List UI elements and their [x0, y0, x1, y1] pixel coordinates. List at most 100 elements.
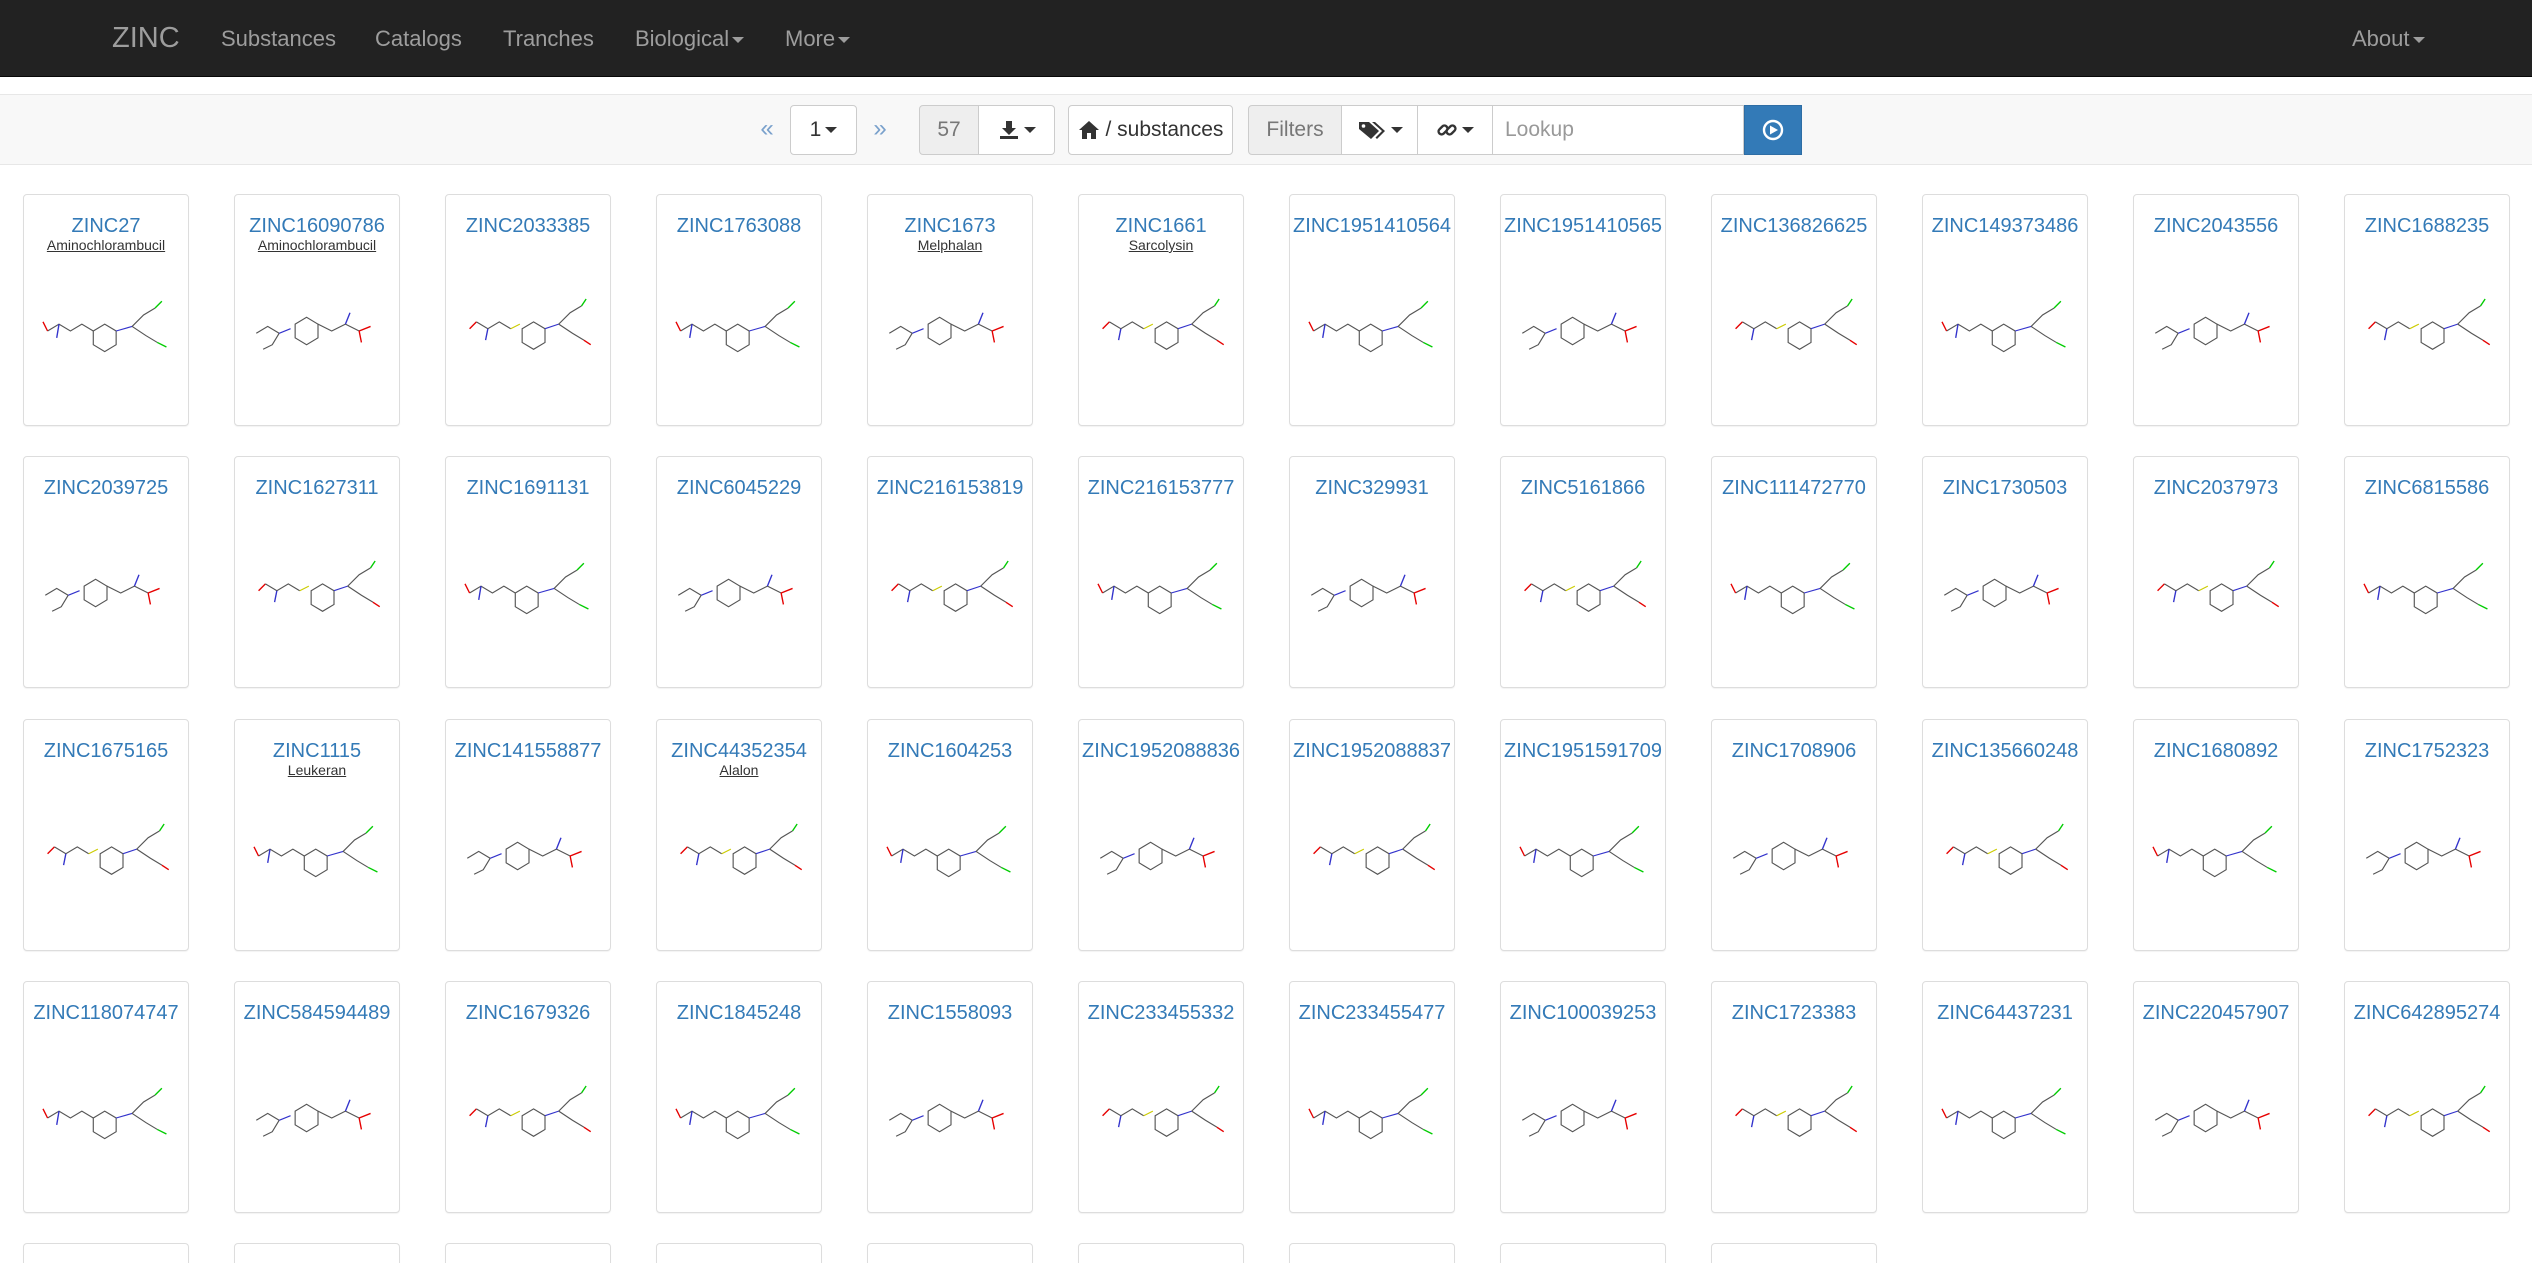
molecule-structure-image[interactable] — [248, 1070, 388, 1150]
substance-id-link[interactable]: ZINC584594489 — [235, 1002, 399, 1025]
substance-id-link[interactable]: ZINC233455332 — [1079, 1002, 1243, 1025]
nav-catalogs[interactable]: Catalogs — [375, 0, 462, 77]
molecule-structure-image[interactable] — [2358, 1070, 2498, 1150]
substance-id-link[interactable]: ZINC44352354 — [657, 740, 821, 763]
substance-card[interactable]: ZINC6045229 — [656, 456, 822, 688]
brand-link[interactable]: ZINC — [112, 0, 180, 77]
substance-card[interactable]: ZINC149373486 — [1922, 194, 2088, 426]
download-dropdown[interactable] — [979, 105, 1055, 155]
substance-card[interactable]: ZINC135660248 — [1922, 719, 2088, 951]
substance-id-link[interactable]: ZINC233455477 — [1290, 1002, 1454, 1025]
substance-id-link[interactable]: ZINC16090786 — [235, 215, 399, 238]
substance-id-link[interactable]: ZINC1691131 — [446, 477, 610, 500]
molecule-structure-image[interactable] — [459, 545, 599, 625]
substance-card[interactable]: ZINC111472770 — [1711, 456, 1877, 688]
substance-synonym[interactable]: Alalon — [657, 762, 821, 778]
substance-card[interactable]: ZINC2043556 — [2133, 194, 2299, 426]
substance-id-link[interactable]: ZINC27 — [24, 215, 188, 238]
substance-id-link[interactable]: ZINC1688235 — [2345, 215, 2509, 238]
breadcrumb-substances[interactable]: / substances — [1068, 105, 1233, 155]
molecule-structure-image[interactable] — [1092, 545, 1232, 625]
substance-card[interactable]: ZINC642895274 — [2344, 981, 2510, 1213]
molecule-structure-image[interactable] — [1725, 545, 1865, 625]
substance-card[interactable]: ZINC1675165 — [23, 719, 189, 951]
substance-synonym[interactable]: Leukeran — [235, 762, 399, 778]
molecule-structure-image[interactable] — [670, 1070, 810, 1150]
lookup-input[interactable] — [1492, 105, 1744, 155]
substance-id-link[interactable]: ZINC111472770 — [1712, 477, 1876, 500]
substance-card[interactable]: ZINC1680892 — [2133, 719, 2299, 951]
substance-id-link[interactable]: ZINC1679326 — [446, 1002, 610, 1025]
substance-card[interactable] — [23, 1243, 189, 1263]
substance-card[interactable]: ZINC216153777 — [1078, 456, 1244, 688]
substance-card[interactable] — [867, 1243, 1033, 1263]
substance-card[interactable]: ZINC1723383 — [1711, 981, 1877, 1213]
prev-page-button[interactable]: « — [752, 105, 782, 155]
molecule-structure-image[interactable] — [1725, 1070, 1865, 1150]
substance-card[interactable]: ZINC118074747 — [23, 981, 189, 1213]
substance-synonym[interactable]: Aminochlorambucil — [24, 237, 188, 253]
substance-id-link[interactable]: ZINC1951591709 — [1501, 740, 1665, 763]
molecule-structure-image[interactable] — [1514, 283, 1654, 363]
substance-card[interactable] — [445, 1243, 611, 1263]
substance-id-link[interactable]: ZINC1845248 — [657, 1002, 821, 1025]
molecule-structure-image[interactable] — [2358, 808, 2498, 888]
molecule-structure-image[interactable] — [1936, 545, 2076, 625]
molecule-structure-image[interactable] — [459, 808, 599, 888]
molecule-structure-image[interactable] — [2147, 283, 2287, 363]
substance-card[interactable]: ZINC584594489 — [234, 981, 400, 1213]
substance-card[interactable]: ZINC1951410564 — [1289, 194, 1455, 426]
molecule-structure-image[interactable] — [1303, 808, 1443, 888]
substance-id-link[interactable]: ZINC220457907 — [2134, 1002, 2298, 1025]
substance-card[interactable]: ZINC1708906 — [1711, 719, 1877, 951]
molecule-structure-image[interactable] — [1936, 283, 2076, 363]
substance-id-link[interactable]: ZINC1952088836 — [1079, 740, 1243, 763]
substance-card[interactable] — [1078, 1243, 1244, 1263]
substance-id-link[interactable]: ZINC1951410564 — [1290, 215, 1454, 238]
substance-card[interactable]: ZINC1845248 — [656, 981, 822, 1213]
substance-card[interactable]: ZINC1952088836 — [1078, 719, 1244, 951]
nav-biological-dropdown[interactable]: Biological — [635, 0, 745, 77]
substance-id-link[interactable]: ZINC136826625 — [1712, 215, 1876, 238]
substance-card[interactable] — [656, 1243, 822, 1263]
substance-id-link[interactable]: ZINC216153819 — [868, 477, 1032, 500]
substance-card[interactable]: ZINC100039253 — [1500, 981, 1666, 1213]
substance-card[interactable]: ZINC233455477 — [1289, 981, 1455, 1213]
substance-id-link[interactable]: ZINC1952088837 — [1290, 740, 1454, 763]
molecule-structure-image[interactable] — [1092, 1070, 1232, 1150]
substance-card[interactable]: ZINC2039725 — [23, 456, 189, 688]
substance-id-link[interactable]: ZINC642895274 — [2345, 1002, 2509, 1025]
substance-card[interactable]: ZINC1673 Melphalan — [867, 194, 1033, 426]
substance-id-link[interactable]: ZINC1723383 — [1712, 1002, 1876, 1025]
molecule-structure-image[interactable] — [1092, 808, 1232, 888]
molecule-structure-image[interactable] — [1725, 808, 1865, 888]
substance-id-link[interactable]: ZINC1752323 — [2345, 740, 2509, 763]
substance-card[interactable]: ZINC1952088837 — [1289, 719, 1455, 951]
molecule-structure-image[interactable] — [248, 808, 388, 888]
substance-id-link[interactable]: ZINC100039253 — [1501, 1002, 1665, 1025]
nav-substances[interactable]: Substances — [221, 0, 336, 77]
page-select[interactable]: 1 — [790, 105, 857, 155]
substance-id-link[interactable]: ZINC1951410565 — [1501, 215, 1665, 238]
substance-card[interactable]: ZINC1951410565 — [1500, 194, 1666, 426]
substance-id-link[interactable]: ZINC1763088 — [657, 215, 821, 238]
substance-id-link[interactable]: ZINC5161866 — [1501, 477, 1665, 500]
substance-id-link[interactable]: ZINC1558093 — [868, 1002, 1032, 1025]
nav-tranches[interactable]: Tranches — [503, 0, 594, 77]
molecule-structure-image[interactable] — [1514, 545, 1654, 625]
molecule-structure-image[interactable] — [1303, 283, 1443, 363]
nav-about-dropdown[interactable]: About — [2352, 0, 2425, 77]
substance-id-link[interactable]: ZINC1604253 — [868, 740, 1032, 763]
molecule-structure-image[interactable] — [1092, 283, 1232, 363]
substance-synonym[interactable]: Aminochlorambucil — [235, 237, 399, 253]
molecule-structure-image[interactable] — [670, 545, 810, 625]
nav-more-dropdown[interactable]: More — [785, 0, 851, 77]
substance-card[interactable]: ZINC1627311 — [234, 456, 400, 688]
substance-id-link[interactable]: ZINC1115 — [235, 740, 399, 763]
tags-dropdown[interactable] — [1342, 105, 1418, 155]
molecule-structure-image[interactable] — [2147, 808, 2287, 888]
molecule-structure-image[interactable] — [2147, 545, 2287, 625]
molecule-structure-image[interactable] — [881, 808, 1021, 888]
molecule-structure-image[interactable] — [1725, 283, 1865, 363]
substance-id-link[interactable]: ZINC1730503 — [1923, 477, 2087, 500]
